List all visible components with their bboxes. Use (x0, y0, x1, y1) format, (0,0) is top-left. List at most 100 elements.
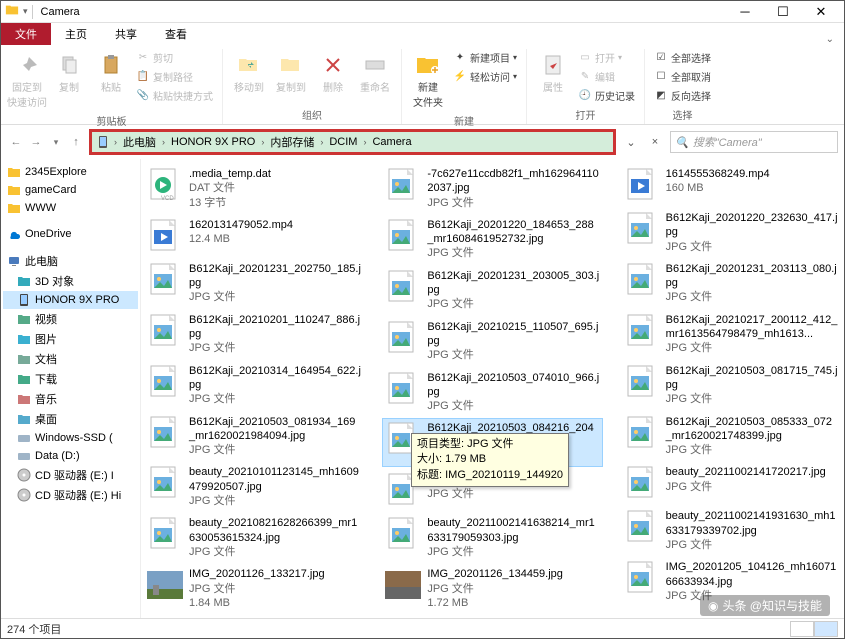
nav-tree[interactable]: 2345ExploregameCardWWW OneDrive 此电脑3D 对象HO… (1, 159, 141, 625)
file-item[interactable]: B612Kaji_20210503_085333_072_mr162002174… (622, 413, 840, 460)
file-item[interactable]: B612Kaji_20201231_202750_185.jpgJPG 文件 (145, 260, 363, 307)
copypath-button[interactable]: 📋复制路径 (133, 68, 216, 85)
selectall-button[interactable]: ☑全部选择 (651, 49, 714, 66)
vid-icon (147, 218, 183, 254)
file-item[interactable]: B612Kaji_20201231_203005_303.jpgJPG 文件 (383, 267, 601, 314)
nav-recent[interactable]: ▾ (47, 133, 65, 151)
tree-item[interactable]: WWW (3, 199, 138, 217)
pastelnk-button[interactable]: 📎粘贴快捷方式 (133, 87, 216, 104)
tree-item[interactable]: HONOR 9X PRO (3, 291, 138, 309)
tree-onedrive[interactable]: OneDrive (3, 225, 138, 243)
tree-thispc[interactable]: 此电脑 (3, 251, 138, 271)
tree-item[interactable]: 桌面 (3, 409, 138, 429)
file-item[interactable]: B612Kaji_20201231_203113_080.jpgJPG 文件 (622, 260, 840, 307)
copyto-button[interactable]: 复制到 (271, 49, 311, 96)
minimize-button[interactable]: ─ (726, 2, 764, 22)
newitem-icon: ✦ (453, 51, 467, 65)
watermark: ◉ 头条 @知识与技能 (700, 595, 830, 616)
file-item[interactable]: 1614555368249.mp4160 MB (622, 165, 840, 205)
path-icon: 📋 (136, 70, 150, 84)
open-button[interactable]: ▭打开▾ (575, 49, 638, 66)
doc-icon (17, 352, 31, 366)
maximize-button[interactable]: ☐ (764, 2, 802, 22)
newfolder-button[interactable]: 新建 文件夹 (408, 49, 448, 111)
history-icon: 🕘 (578, 89, 592, 103)
file-item[interactable]: -7c627e11ccdb82f1_mh1629641102037.jpgJPG… (383, 165, 601, 212)
close-button[interactable]: ✕ (802, 2, 840, 22)
jpg-icon (624, 313, 660, 349)
tree-item[interactable]: CD 驱动器 (E:) I (3, 465, 138, 485)
file-item[interactable]: IMG_20201126_133217.jpgJPG 文件1.84 MB (145, 565, 363, 612)
file-item[interactable]: VCD.media_temp.datDAT 文件13 字节 (145, 165, 363, 212)
view-icons[interactable] (814, 621, 838, 637)
file-item[interactable]: IMG_20201126_134459.jpgJPG 文件1.72 MB (383, 565, 601, 612)
nav-up[interactable]: ↑ (67, 133, 85, 151)
easyaccess-button[interactable]: ⚡轻松访问▾ (450, 68, 520, 85)
tree-item[interactable]: 3D 对象 (3, 271, 138, 291)
file-item[interactable]: beauty_20211002141638214_mr1633179059303… (383, 514, 601, 561)
crumb[interactable]: 内部存储 (268, 134, 316, 150)
tree-item[interactable]: Windows-SSD ( (3, 429, 138, 447)
tree-item[interactable]: CD 驱动器 (E:) Hi (3, 485, 138, 505)
link-icon: 📎 (136, 89, 150, 103)
crumb[interactable]: 此电脑 (121, 134, 158, 150)
addr-dropdown[interactable]: ⌄ (620, 131, 642, 153)
invert-button[interactable]: ◩反向选择 (651, 87, 714, 104)
delete-button[interactable]: 删除 (313, 49, 353, 96)
file-item[interactable]: beauty_20210821628266399_mr1630053615324… (145, 514, 363, 561)
file-item[interactable]: beauty_20211002141720217.jpgJPG 文件 (622, 463, 840, 503)
file-item[interactable]: B612Kaji_20210314_164954_622.jpgJPG 文件 (145, 362, 363, 409)
copy-button[interactable]: 复制 (49, 49, 89, 96)
file-item[interactable]: B612Kaji_20210217_200112_412_mr161356479… (622, 311, 840, 358)
tree-item[interactable]: 音乐 (3, 389, 138, 409)
tree-item[interactable]: 视频 (3, 309, 138, 329)
view-details[interactable] (790, 621, 814, 637)
paste-button[interactable]: 粘贴 (91, 49, 131, 96)
props-button[interactable]: 属性 (533, 49, 573, 96)
crumb[interactable]: HONOR 9X PRO (169, 136, 257, 148)
history-button[interactable]: 🕘历史记录 (575, 87, 638, 104)
delete-icon (319, 51, 347, 79)
rename-button[interactable]: 重命名 (355, 49, 395, 96)
crumb[interactable]: DCIM (327, 136, 359, 148)
tree-item[interactable]: 文档 (3, 349, 138, 369)
file-list[interactable]: VCD.media_temp.datDAT 文件13 字节16201314790… (141, 159, 844, 625)
breadcrumb-bar[interactable]: › 此电脑› HONOR 9X PRO› 内部存储› DCIM› Camera (89, 129, 616, 155)
ribbon: 固定到 快速访问 复制 粘贴 ✂剪切 📋复制路径 📎粘贴快捷方式 剪贴板 移动到… (1, 45, 844, 125)
crumb[interactable]: Camera (370, 136, 413, 148)
newitem-button[interactable]: ✦新建项目▾ (450, 49, 520, 66)
cd-icon (17, 488, 31, 502)
tab-view[interactable]: 查看 (151, 23, 201, 45)
pin-button[interactable]: 固定到 快速访问 (7, 49, 47, 111)
nav-back[interactable]: ← (7, 133, 25, 151)
file-item[interactable]: B612Kaji_20210503_081934_169_mr162002198… (145, 413, 363, 460)
edit-button[interactable]: ✎编辑 (575, 68, 638, 85)
tab-share[interactable]: 共享 (101, 23, 151, 45)
file-item[interactable]: B612Kaji_20210503_081715_745.jpgJPG 文件 (622, 362, 840, 409)
tree-item[interactable]: Data (D:) (3, 447, 138, 465)
tab-file[interactable]: 文件 (1, 23, 51, 45)
qat-down-icon[interactable]: ▾ (23, 6, 28, 17)
tab-home[interactable]: 主页 (51, 23, 101, 45)
clipboard-group-label: 剪贴板 (97, 111, 127, 130)
tree-item[interactable]: 2345Explore (3, 163, 138, 181)
selectnone-button[interactable]: ☐全部取消 (651, 68, 714, 85)
file-item[interactable]: B612Kaji_20210215_110507_695.jpgJPG 文件 (383, 318, 601, 365)
file-item[interactable]: 1620131479052.mp412.4 MB (145, 216, 363, 256)
moveto-button[interactable]: 移动到 (229, 49, 269, 96)
tree-item[interactable]: 图片 (3, 329, 138, 349)
tree-item[interactable]: gameCard (3, 181, 138, 199)
paste-icon (97, 51, 125, 79)
file-item[interactable]: B612Kaji_20201220_232630_417.jpgJPG 文件 (622, 209, 840, 256)
file-item[interactable]: B612Kaji_20201220_184653_288_mr160846195… (383, 216, 601, 263)
file-item[interactable]: beauty_20211002141931630_mh1633179339702… (622, 507, 840, 554)
cut-button[interactable]: ✂剪切 (133, 49, 216, 66)
ribbon-caret-icon[interactable]: ⌄ (826, 34, 834, 45)
file-item[interactable]: beauty_20210101123145_mh1609479920507.jp… (145, 463, 363, 510)
nav-fwd[interactable]: → (27, 133, 45, 151)
file-item[interactable]: B612Kaji_20210201_110247_886.jpgJPG 文件 (145, 311, 363, 358)
search-input[interactable]: 🔍 搜索"Camera" (670, 131, 838, 153)
addr-refresh[interactable]: × (644, 131, 666, 153)
file-item[interactable]: B612Kaji_20210503_074010_966.jpgJPG 文件 (383, 369, 601, 416)
tree-item[interactable]: 下载 (3, 369, 138, 389)
